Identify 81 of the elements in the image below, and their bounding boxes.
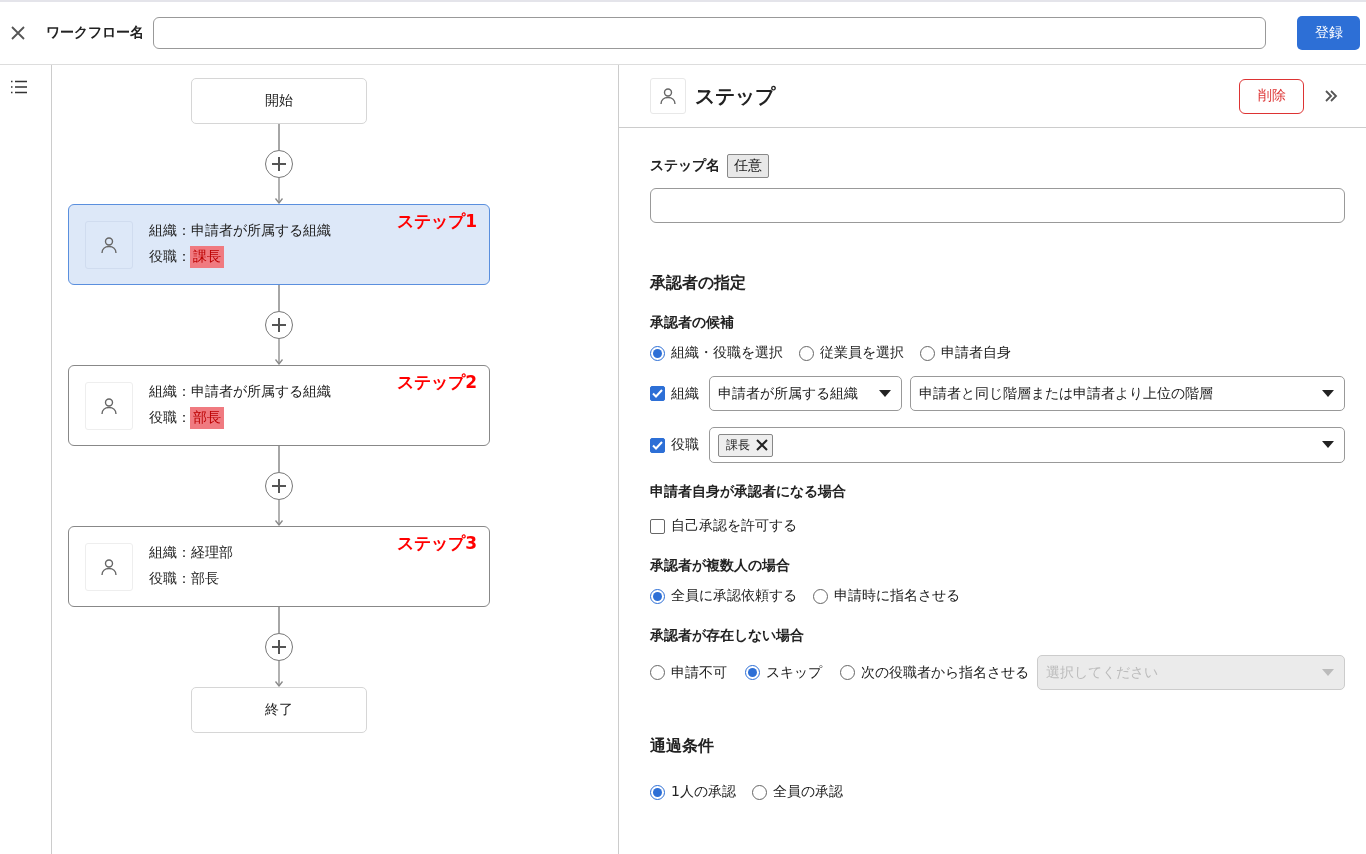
list-icon	[9, 80, 28, 94]
subsection-heading: 承認者が存在しない場合	[650, 627, 805, 645]
connector-line	[278, 124, 280, 150]
plus-icon	[271, 317, 287, 333]
step-annotation: ステップ3	[397, 532, 477, 555]
checkbox[interactable]	[650, 437, 665, 453]
subsection-heading: 承認者の候補	[650, 314, 735, 332]
role-label: 役職：	[149, 247, 191, 266]
field-label: ステップ名	[650, 157, 720, 175]
radio-option[interactable]: 全員の承認	[751, 783, 843, 801]
organization-select[interactable]: 申請者が所属する組織	[709, 376, 902, 411]
connector-line	[278, 285, 280, 311]
role-text: 部長	[191, 569, 219, 588]
role-label: 役職：	[149, 569, 191, 588]
flow-terminal-node[interactable]: 終了	[191, 687, 367, 733]
workflow-name-label: ワークフロー名	[46, 24, 144, 42]
person-icon	[99, 234, 119, 255]
person-icon	[99, 395, 119, 416]
hierarchy-select[interactable]: 申請者と同じ階層または申請者より上位の階層	[910, 376, 1345, 411]
double-chevron-icon	[1324, 89, 1338, 103]
panel-title: ステップ	[695, 82, 777, 110]
checkbox-option[interactable]: 自己承認を許可する	[650, 517, 797, 535]
delete-button[interactable]: 削除	[1239, 78, 1304, 114]
plus-icon	[271, 156, 287, 172]
arrow-connector	[274, 500, 284, 526]
organization-text: 組織：経理部	[149, 542, 233, 562]
role-label: 役職：	[149, 408, 191, 427]
checkbox[interactable]	[650, 386, 665, 401]
add-step-button[interactable]	[265, 633, 293, 661]
close-icon	[756, 439, 768, 451]
subsection-heading: 申請者自身が承認者になる場合	[650, 483, 847, 501]
checkbox-option[interactable]: 役職	[650, 436, 699, 454]
step-card[interactable]: 組織：申請者が所属する組織 役職：部長 ステップ2	[68, 365, 490, 446]
step-annotation: ステップ2	[397, 371, 477, 394]
checkbox[interactable]	[650, 518, 665, 534]
remove-button[interactable]	[756, 439, 768, 451]
radio-option[interactable]: 申請時に指名させる	[813, 587, 960, 605]
step-name-field[interactable]	[650, 188, 1345, 223]
register-button[interactable]: 登録	[1297, 16, 1360, 50]
radio-option[interactable]: 全員に承認依頼する	[650, 587, 797, 605]
step-annotation: ステップ1	[397, 210, 477, 233]
highlighted-role-text: 部長	[190, 406, 224, 429]
arrow-connector	[274, 339, 284, 365]
radio-option[interactable]: 次の役職者から指名させる	[840, 663, 1029, 682]
add-step-button[interactable]	[265, 472, 293, 500]
checkbox-option[interactable]: 組織	[650, 384, 699, 403]
plus-icon	[271, 639, 287, 655]
step-card[interactable]: 組織：申請者が所属する組織 役職：課長 ステップ1	[68, 204, 490, 285]
optional-tag: 任意	[727, 154, 769, 178]
radio-option[interactable]: スキップ	[745, 663, 822, 682]
add-step-button[interactable]	[265, 150, 293, 178]
role-select[interactable]: 課長	[709, 427, 1345, 463]
arrow-connector	[274, 661, 284, 687]
connector-line	[278, 607, 280, 633]
workflow-name-field[interactable]	[153, 17, 1266, 49]
role-chip: 課長	[718, 433, 773, 457]
caret-icon	[1322, 441, 1334, 449]
section-heading: 通過条件	[650, 736, 715, 757]
arrow-connector	[274, 178, 284, 204]
radio-option[interactable]: 組織・役職を選択	[650, 344, 783, 362]
radio-option[interactable]: 申請者自身	[920, 344, 1011, 362]
plus-icon	[271, 478, 287, 494]
caret-icon	[1322, 389, 1334, 398]
highlighted-role-text: 課長	[190, 245, 224, 268]
caret-icon	[1322, 668, 1334, 677]
radio-option[interactable]: 従業員を選択	[799, 344, 904, 362]
outline-button[interactable]	[9, 80, 28, 94]
section-heading: 承認者の指定	[650, 273, 747, 294]
add-step-button[interactable]	[265, 311, 293, 339]
organization-text: 組織：申請者が所属する組織	[149, 381, 331, 401]
collapse-button[interactable]	[1324, 89, 1338, 103]
person-icon	[658, 86, 678, 106]
person-icon	[99, 556, 119, 577]
flow-terminal-node[interactable]: 開始	[191, 78, 367, 124]
organization-text: 組織：申請者が所属する組織	[149, 220, 331, 240]
radio-option[interactable]: 申請不可	[650, 663, 727, 682]
caret-icon	[879, 389, 891, 398]
subsection-heading: 承認者が複数人の場合	[650, 557, 791, 575]
step-card[interactable]: 組織：経理部 役職：部長 ステップ3	[68, 526, 490, 607]
connector-line	[278, 446, 280, 472]
radio-option[interactable]: 1人の承認	[650, 783, 736, 801]
